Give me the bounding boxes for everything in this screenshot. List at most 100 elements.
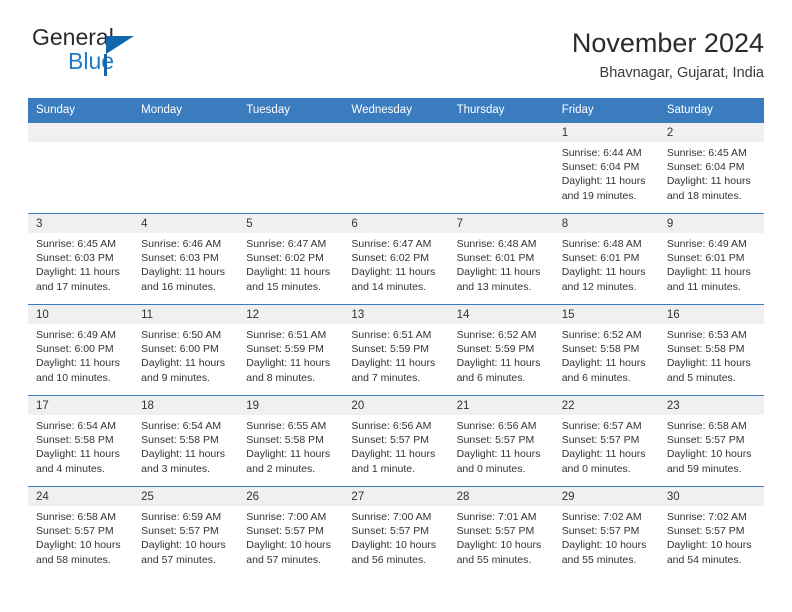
day-sunset-line: Sunset: 5:58 PM	[246, 434, 324, 447]
calendar-day-cell[interactable]: 29 Sunrise: 7:02 AM Sunset: 5:57 PM Dayligh…	[553, 486, 659, 577]
calendar-day-cell[interactable]: 22 Sunrise: 6:57 AM Sunset: 5:57 PM Dayligh…	[553, 395, 659, 487]
calendar-day-cell[interactable]: 7 Sunrise: 6:48 AM Sunset: 6:01 PM Daylight…	[448, 213, 554, 305]
calendar-day-cell[interactable]: 14 Sunrise: 6:52 AM Sunset: 5:59 PM Dayligh…	[448, 304, 554, 396]
day-daylight-line: and 55 minutes.	[561, 553, 637, 566]
day-daylight-line: Daylight: 11 hours	[666, 357, 751, 370]
day-number: 9	[658, 214, 764, 233]
day-sunrise-line: Sunrise: 6:50 AM	[141, 329, 222, 341]
calendar-day-cell[interactable]: 10 Sunrise: 6:49 AM Sunset: 6:00 PM Dayligh…	[28, 304, 134, 396]
day-number: 28	[448, 487, 554, 506]
day-details: Sunrise: 6:56 AM Sunset: 5:57 PM Daylight:…	[343, 415, 448, 476]
day-sunrise-line: Sunrise: 6:51 AM	[351, 329, 432, 341]
day-daylight-line: Daylight: 10 hours	[351, 539, 437, 552]
day-sunrise-line: Sunrise: 6:52 AM	[561, 329, 642, 341]
day-details: Sunrise: 6:51 AM Sunset: 5:59 PM Daylight:…	[238, 324, 343, 385]
day-sunrise-line: Sunrise: 7:01 AM	[456, 511, 537, 523]
calendar-day-cell[interactable]: 4 Sunrise: 6:46 AM Sunset: 6:03 PM Daylight…	[133, 213, 239, 305]
calendar-day-cell[interactable]: 17 Sunrise: 6:54 AM Sunset: 5:58 PM Dayligh…	[28, 395, 134, 487]
calendar-day-cell[interactable]: 27 Sunrise: 7:00 AM Sunset: 5:57 PM Dayligh…	[343, 486, 449, 577]
calendar-week-row: 24 Sunrise: 6:58 AM Sunset: 5:57 PM Dayligh…	[28, 486, 764, 577]
calendar-day-cell[interactable]: 18 Sunrise: 6:54 AM Sunset: 5:58 PM Dayligh…	[133, 395, 239, 487]
calendar-day-cell[interactable]: 6 Sunrise: 6:47 AM Sunset: 6:02 PM Daylight…	[343, 213, 449, 305]
day-sunrise-line: Sunrise: 6:57 AM	[561, 420, 642, 432]
calendar-day-cell[interactable]: 11 Sunrise: 6:50 AM Sunset: 6:00 PM Dayligh…	[133, 304, 239, 396]
calendar-body: 1 Sunrise: 6:44 AM Sunset: 6:04 PM Daylight…	[28, 122, 764, 577]
day-daylight-line: Daylight: 10 hours	[561, 539, 647, 552]
day-details: Sunrise: 6:49 AM Sunset: 6:01 PM Daylight:…	[659, 233, 764, 294]
day-number: 12	[238, 305, 344, 324]
day-details: Sunrise: 6:54 AM Sunset: 5:58 PM Daylight:…	[133, 415, 238, 476]
calendar-week-row: 1 Sunrise: 6:44 AM Sunset: 6:04 PM Daylight…	[28, 122, 764, 214]
day-details: Sunrise: 7:00 AM Sunset: 5:57 PM Daylight:…	[343, 506, 448, 567]
calendar-day-cell[interactable]: 20 Sunrise: 6:56 AM Sunset: 5:57 PM Dayligh…	[343, 395, 449, 487]
calendar-day-cell[interactable]: 13 Sunrise: 6:51 AM Sunset: 5:59 PM Dayligh…	[343, 304, 449, 396]
day-sunset-line: Sunset: 5:57 PM	[666, 525, 745, 538]
day-details: Sunrise: 6:46 AM Sunset: 6:03 PM Daylight:…	[133, 233, 238, 294]
day-sunset-line: Sunset: 6:04 PM	[561, 161, 640, 174]
day-sunrise-line: Sunrise: 7:00 AM	[351, 511, 432, 523]
sunrise-sunset-calendar: Sunday Monday Tuesday Wednesday Thursday…	[28, 98, 764, 577]
logo-triangle-icon	[106, 36, 134, 54]
day-sunset-line: Sunset: 6:03 PM	[141, 252, 219, 265]
calendar-day-cell[interactable]: 28 Sunrise: 7:01 AM Sunset: 5:57 PM Dayligh…	[448, 486, 554, 577]
day-sunset-line: Sunset: 5:57 PM	[456, 525, 535, 538]
day-details: Sunrise: 6:54 AM Sunset: 5:58 PM Daylight:…	[28, 415, 133, 476]
calendar-week-row: 3 Sunrise: 6:45 AM Sunset: 6:03 PM Daylight…	[28, 213, 764, 305]
day-daylight-line: and 4 minutes.	[36, 462, 105, 475]
calendar-day-cell-empty	[28, 122, 134, 214]
day-details: Sunrise: 7:02 AM Sunset: 5:57 PM Daylight:…	[659, 506, 764, 567]
weekday-header-monday: Monday	[133, 98, 239, 123]
calendar-day-cell[interactable]: 12 Sunrise: 6:51 AM Sunset: 5:59 PM Dayligh…	[238, 304, 344, 396]
day-daylight-line: and 18 minutes.	[666, 189, 742, 202]
calendar-day-cell[interactable]: 2 Sunrise: 6:45 AM Sunset: 6:04 PM Daylight…	[658, 122, 764, 214]
day-daylight-line: and 0 minutes.	[561, 462, 631, 475]
calendar-day-cell[interactable]: 23 Sunrise: 6:58 AM Sunset: 5:57 PM Dayligh…	[658, 395, 764, 487]
calendar-day-cell[interactable]: 3 Sunrise: 6:45 AM Sunset: 6:03 PM Daylight…	[28, 213, 134, 305]
day-number: 10	[28, 305, 134, 324]
calendar-day-cell[interactable]: 21 Sunrise: 6:56 AM Sunset: 5:57 PM Dayligh…	[448, 395, 554, 487]
day-details: Sunrise: 6:52 AM Sunset: 5:59 PM Daylight:…	[449, 324, 554, 385]
day-number	[343, 123, 449, 142]
calendar-day-cell[interactable]: 26 Sunrise: 7:00 AM Sunset: 5:57 PM Dayligh…	[238, 486, 344, 577]
calendar-week-row: 17 Sunrise: 6:54 AM Sunset: 5:58 PM Dayligh…	[28, 395, 764, 487]
day-daylight-line: Daylight: 11 hours	[246, 357, 331, 370]
day-daylight-line: Daylight: 10 hours	[246, 539, 331, 552]
calendar-day-cell[interactable]: 5 Sunrise: 6:47 AM Sunset: 6:02 PM Daylight…	[238, 213, 344, 305]
calendar-day-cell[interactable]: 24 Sunrise: 6:58 AM Sunset: 5:57 PM Dayligh…	[28, 486, 134, 577]
day-daylight-line: Daylight: 11 hours	[36, 266, 120, 279]
calendar-day-cell[interactable]: 9 Sunrise: 6:49 AM Sunset: 6:01 PM Daylight…	[658, 213, 764, 305]
day-details: Sunrise: 6:59 AM Sunset: 5:57 PM Daylight:…	[133, 506, 238, 567]
day-number: 25	[133, 487, 239, 506]
day-sunrise-line: Sunrise: 6:47 AM	[246, 238, 327, 250]
day-sunrise-line: Sunrise: 6:48 AM	[456, 238, 537, 250]
calendar-day-cell[interactable]: 1 Sunrise: 6:44 AM Sunset: 6:04 PM Daylight…	[553, 122, 659, 214]
day-number: 19	[238, 396, 344, 415]
day-sunset-line: Sunset: 6:01 PM	[666, 252, 745, 265]
general-blue-logo[interactable]: General Blue	[28, 26, 172, 76]
calendar-day-cell[interactable]: 19 Sunrise: 6:55 AM Sunset: 5:58 PM Dayligh…	[238, 395, 344, 487]
day-daylight-line: and 55 minutes.	[456, 553, 532, 566]
weekday-header-thursday: Thursday	[448, 98, 554, 123]
weekday-header-saturday: Saturday	[658, 98, 764, 123]
day-number: 17	[28, 396, 134, 415]
day-daylight-line: and 14 minutes.	[351, 280, 427, 293]
calendar-day-cell[interactable]: 16 Sunrise: 6:53 AM Sunset: 5:58 PM Dayligh…	[658, 304, 764, 396]
day-details: Sunrise: 6:45 AM Sunset: 6:04 PM Daylight:…	[659, 142, 764, 203]
day-daylight-line: and 10 minutes.	[36, 371, 111, 384]
day-sunset-line: Sunset: 6:00 PM	[36, 343, 114, 356]
day-details: Sunrise: 6:52 AM Sunset: 5:58 PM Daylight:…	[554, 324, 659, 385]
calendar-day-cell[interactable]: 25 Sunrise: 6:59 AM Sunset: 5:57 PM Dayligh…	[133, 486, 239, 577]
day-sunrise-line: Sunrise: 7:00 AM	[246, 511, 327, 523]
day-sunset-line: Sunset: 5:57 PM	[351, 434, 430, 447]
day-sunrise-line: Sunrise: 7:02 AM	[561, 511, 642, 523]
calendar-day-cell[interactable]: 8 Sunrise: 6:48 AM Sunset: 6:01 PM Daylight…	[553, 213, 659, 305]
day-details: Sunrise: 6:47 AM Sunset: 6:02 PM Daylight:…	[343, 233, 448, 294]
day-details: Sunrise: 6:47 AM Sunset: 6:02 PM Daylight:…	[238, 233, 343, 294]
weekday-header-wednesday: Wednesday	[343, 98, 449, 123]
day-daylight-line: Daylight: 11 hours	[351, 448, 436, 461]
calendar-day-cell[interactable]: 30 Sunrise: 7:02 AM Sunset: 5:57 PM Dayligh…	[658, 486, 764, 577]
calendar-day-cell[interactable]: 15 Sunrise: 6:52 AM Sunset: 5:58 PM Dayligh…	[553, 304, 659, 396]
day-sunrise-line: Sunrise: 6:48 AM	[561, 238, 642, 250]
day-details: Sunrise: 6:56 AM Sunset: 5:57 PM Daylight:…	[449, 415, 554, 476]
day-sunset-line: Sunset: 5:59 PM	[351, 343, 430, 356]
